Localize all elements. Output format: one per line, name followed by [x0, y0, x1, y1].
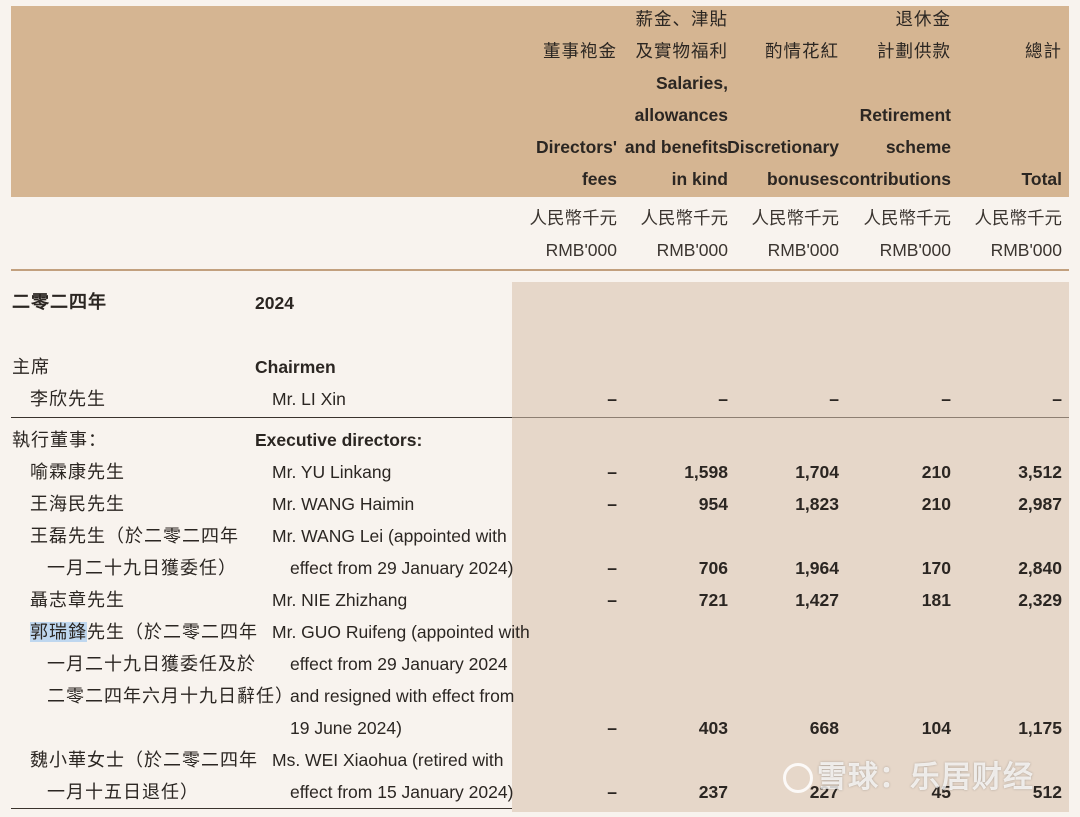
row-value: 954 — [698, 494, 728, 514]
col-fees-en-1: Directors' — [536, 137, 617, 157]
row-value: 2,987 — [1018, 494, 1062, 514]
row-value: 706 — [698, 558, 728, 578]
unit-en: RMB'000 — [767, 240, 839, 260]
row-value: – — [607, 590, 617, 610]
row-value: 104 — [921, 718, 951, 738]
highlighted-name: 郭瑞鋒 — [30, 622, 87, 642]
row-value: 3,512 — [1018, 462, 1062, 482]
unit-zh: 人民幣千元 — [529, 208, 618, 228]
row-value: – — [607, 558, 617, 578]
row-name-zh-cont: 一月二十九日獲委任） — [47, 558, 237, 578]
row-divider — [11, 808, 512, 809]
row-value: – — [607, 718, 617, 738]
unit-zh: 人民幣千元 — [974, 208, 1063, 228]
row-value: 1,598 — [684, 462, 728, 482]
snowball-logo-icon — [783, 763, 813, 793]
row-name-en: Mr. NIE Zhizhang — [272, 590, 408, 610]
row-value: – — [607, 782, 617, 802]
row-name-zh: 聶志章先生 — [30, 590, 125, 610]
row-value: – — [941, 389, 951, 409]
col-retirement-en-2: scheme — [885, 137, 951, 157]
col-bonuses-en-1: Discretionary — [727, 137, 839, 157]
row-value: 403 — [698, 718, 728, 738]
row-value: 237 — [698, 782, 728, 802]
col-total-en: Total — [1021, 169, 1062, 189]
unit-en: RMB'000 — [990, 240, 1062, 260]
row-value: 1,704 — [795, 462, 839, 482]
col-fees-en-2: fees — [581, 169, 617, 189]
unit-zh: 人民幣千元 — [751, 208, 840, 228]
row-value: – — [718, 389, 728, 409]
row-value: – — [607, 494, 617, 514]
year-en: 2024 — [255, 293, 294, 313]
watermark-text: 雪球：乐居财经 — [817, 761, 1034, 794]
row-name-en-cont: effect from 15 January 2024) — [290, 782, 514, 802]
row-value: – — [829, 389, 839, 409]
row-name-zh: 李欣先生 — [30, 389, 106, 409]
watermark: 雪球：乐居财经 — [783, 758, 1034, 798]
col-bonuses-zh: 酌情花紅 — [765, 41, 839, 61]
col-retirement-zh-1: 退休金 — [895, 9, 951, 29]
row-name-zh: 喻霖康先生 — [30, 462, 125, 482]
col-salaries-en-3: and benefits — [624, 137, 728, 157]
row-value: 210 — [921, 462, 951, 482]
header-divider — [11, 269, 1069, 271]
row-value: 1,175 — [1018, 718, 1062, 738]
row-name-en: Mr. GUO Ruifeng (appointed with — [272, 622, 530, 642]
row-value: – — [607, 462, 617, 482]
row-value: 2,329 — [1018, 590, 1062, 610]
row-name-zh-cont: 一月二十九日獲委任及於 — [47, 654, 256, 674]
row-name-zh-cont: 二零二四年六月十九日辭任） — [47, 686, 294, 706]
row-value: 170 — [921, 558, 951, 578]
row-name-zh-cont: 一月十五日退任） — [47, 782, 199, 802]
row-name-en-cont: effect from 29 January 2024 — [290, 654, 508, 674]
row-value: 181 — [921, 590, 951, 610]
row-name-en: Mr. WANG Lei (appointed with — [272, 526, 507, 546]
row-name-en: Mr. YU Linkang — [272, 462, 392, 482]
section-chairmen-en: Chairmen — [255, 357, 336, 377]
row-value: 2,840 — [1018, 558, 1062, 578]
section-chairmen-zh: 主席 — [12, 357, 50, 377]
col-salaries-zh-2: 及實物福利 — [635, 41, 728, 61]
row-name-en-cont: 19 June 2024) — [290, 718, 402, 738]
row-value: – — [1052, 389, 1062, 409]
row-value: – — [607, 389, 617, 409]
row-name-en-cont: and resigned with effect from — [290, 686, 515, 706]
row-name-zh-rest: 先生（於二零二四年 — [87, 622, 258, 642]
row-value: 721 — [698, 590, 728, 610]
unit-en: RMB'000 — [656, 240, 728, 260]
col-retirement-en-3: contributions — [839, 169, 951, 189]
col-salaries-en-4: in kind — [671, 169, 728, 189]
col-retirement-en-1: Retirement — [859, 105, 951, 125]
row-name-en: Mr. LI Xin — [272, 389, 346, 409]
col-salaries-en-1: Salaries, — [656, 73, 728, 93]
row-name-zh: 王海民先生 — [30, 494, 125, 514]
row-value: 1,964 — [795, 558, 839, 578]
section-executive-zh: 執行董事： — [12, 430, 107, 450]
row-name-en-cont: effect from 29 January 2024) — [290, 558, 514, 578]
row-value: 668 — [809, 718, 839, 738]
row-divider — [512, 417, 1069, 418]
row-name-en: Mr. WANG Haimin — [272, 494, 415, 514]
unit-en: RMB'000 — [545, 240, 617, 260]
unit-zh: 人民幣千元 — [640, 208, 729, 228]
section-executive-en: Executive directors: — [255, 430, 423, 450]
col-salaries-en-2: allowances — [634, 105, 728, 125]
unit-zh: 人民幣千元 — [863, 208, 952, 228]
row-value: 1,427 — [795, 590, 839, 610]
col-retirement-zh-2: 計劃供款 — [877, 41, 951, 61]
row-name-zh: 郭瑞鋒先生（於二零二四年 — [30, 616, 258, 648]
col-salaries-zh-1: 薪金、津貼 — [635, 9, 728, 29]
row-name-zh: 王磊先生（於二零二四年 — [30, 526, 239, 546]
row-value: 1,823 — [795, 494, 839, 514]
col-bonuses-en-2: bonuses — [767, 169, 839, 189]
row-value: 210 — [921, 494, 951, 514]
unit-en: RMB'000 — [879, 240, 951, 260]
row-divider — [11, 417, 512, 418]
row-name-zh: 魏小華女士（於二零二四年 — [30, 750, 258, 770]
col-total-zh: 總計 — [1025, 41, 1062, 61]
row-name-en: Ms. WEI Xiaohua (retired with — [272, 750, 504, 770]
year-zh: 二零二四年 — [12, 292, 107, 312]
col-fees-zh: 董事袍金 — [543, 41, 617, 61]
